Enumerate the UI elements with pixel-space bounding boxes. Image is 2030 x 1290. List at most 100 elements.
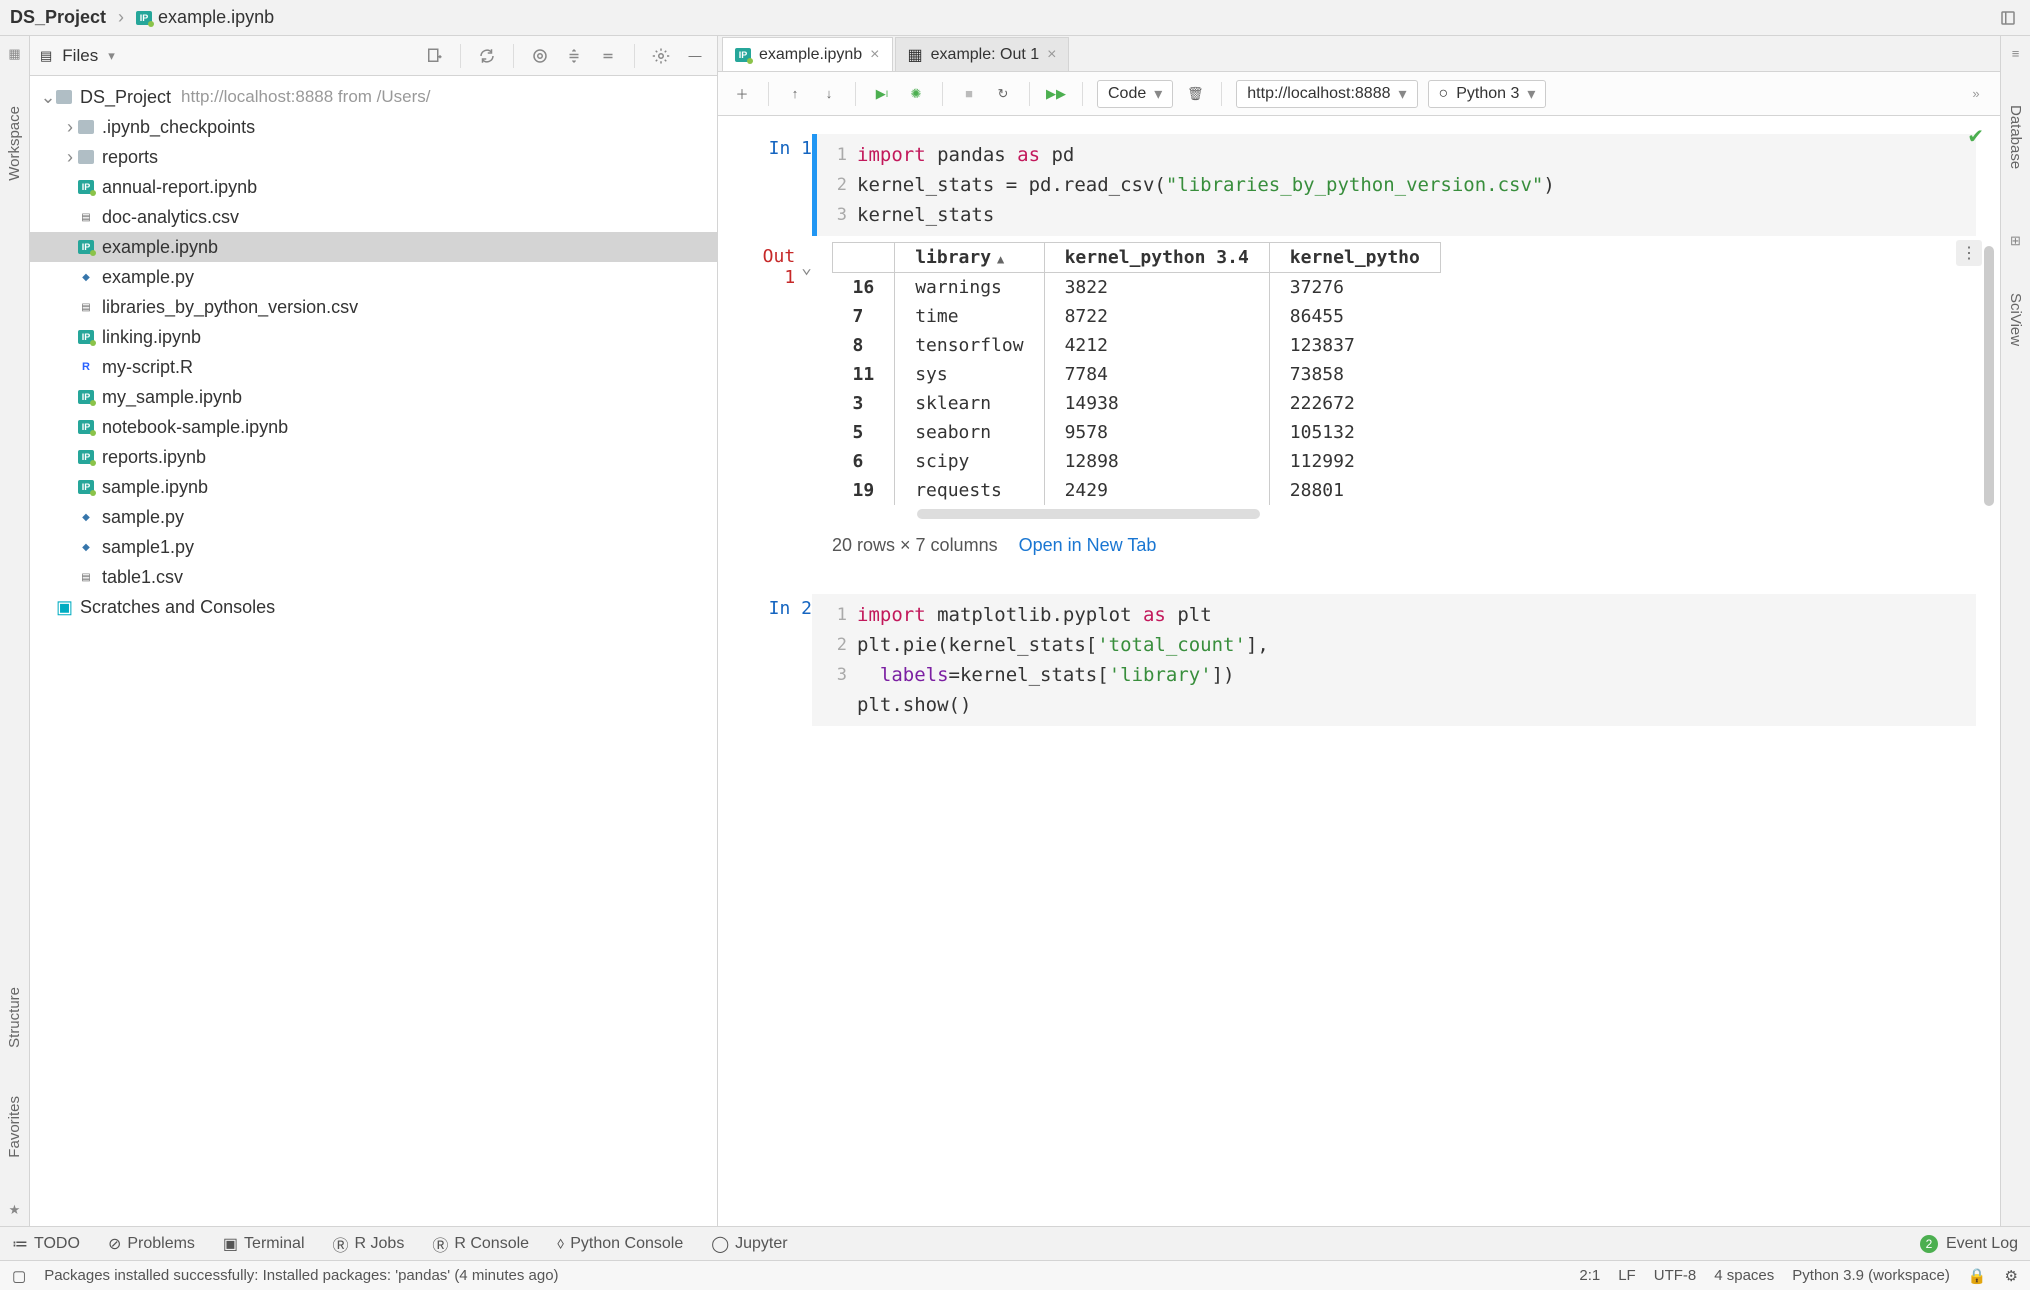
- editor-tab[interactable]: IPexample.ipynb×: [722, 37, 893, 71]
- event-log-tool[interactable]: 2Event Log: [1920, 1235, 2018, 1253]
- prompt-out-1[interactable]: Out 1 ⌄: [742, 242, 812, 288]
- tree-scratches[interactable]: ▣ Scratches and Consoles: [30, 592, 717, 622]
- chevron-right-icon[interactable]: ›: [62, 147, 78, 168]
- breadcrumb[interactable]: DS_Project › IP example.ipynb: [10, 7, 274, 28]
- table-header[interactable]: kernel_pytho: [1269, 243, 1440, 273]
- tree-item[interactable]: IPannual-report.ipynb: [30, 172, 717, 202]
- chevron-down-icon[interactable]: ▾: [108, 48, 115, 64]
- server-select[interactable]: http://localhost:8888 ▾: [1236, 80, 1417, 108]
- run-icon[interactable]: ▶I: [870, 82, 894, 106]
- tree-item[interactable]: Rmy-script.R: [30, 352, 717, 382]
- code-body[interactable]: import matplotlib.pyplot as pltplt.pie(k…: [857, 600, 1976, 720]
- close-icon[interactable]: ×: [870, 46, 879, 64]
- favorites-tool[interactable]: Favorites: [6, 1092, 23, 1162]
- files-label[interactable]: Files: [62, 46, 98, 66]
- open-in-new-tab-link[interactable]: Open in New Tab: [1019, 535, 1157, 555]
- python-sdk[interactable]: Python 3.9 (workspace): [1792, 1267, 1950, 1284]
- move-down-icon[interactable]: ↓: [817, 82, 841, 106]
- tree-item[interactable]: ›.ipynb_checkpoints: [30, 112, 717, 142]
- breadcrumb-project[interactable]: DS_Project: [10, 7, 106, 28]
- cell-in-1[interactable]: In 1 123 import pandas as pdkernel_stats…: [718, 116, 2000, 242]
- todo-tool[interactable]: ≔TODO: [12, 1234, 80, 1254]
- vertical-scrollbar[interactable]: [1984, 246, 1994, 506]
- r-console-tool[interactable]: ⓇR Console: [432, 1232, 529, 1256]
- table-row[interactable]: 6scipy12898112992: [833, 447, 1441, 476]
- r-icon: R: [78, 360, 98, 374]
- add-cell-icon[interactable]: ＋: [730, 82, 754, 106]
- tree-root[interactable]: ⌄ DS_Project http://localhost:8888 from …: [30, 82, 717, 112]
- target-icon[interactable]: [528, 44, 552, 68]
- horizontal-scrollbar[interactable]: [917, 509, 1260, 519]
- tree-item[interactable]: ›reports: [30, 142, 717, 172]
- stop-icon[interactable]: ■: [957, 82, 981, 106]
- tree-item[interactable]: ▤libraries_by_python_version.csv: [30, 292, 717, 322]
- collapse-all-icon[interactable]: [596, 44, 620, 68]
- warning-icon: ⊘: [108, 1234, 121, 1254]
- indent-setting[interactable]: 4 spaces: [1714, 1267, 1774, 1284]
- database-tool[interactable]: Database: [2007, 101, 2024, 173]
- ipynb-icon: IP: [78, 420, 98, 434]
- breadcrumb-file[interactable]: example.ipynb: [158, 7, 274, 28]
- table-row[interactable]: 19requests242928801: [833, 476, 1441, 505]
- r-jobs-tool[interactable]: ⓇR Jobs: [333, 1232, 405, 1256]
- restart-icon[interactable]: ↻: [991, 82, 1015, 106]
- tree-item[interactable]: IPexample.ipynb: [30, 232, 717, 262]
- line-separator[interactable]: LF: [1618, 1267, 1636, 1284]
- refresh-icon[interactable]: [475, 44, 499, 68]
- table-row[interactable]: 3sklearn14938222672: [833, 389, 1441, 418]
- kernel-select[interactable]: ○ Python 3 ▾: [1428, 80, 1547, 108]
- table-header[interactable]: library▲: [895, 243, 1044, 273]
- tree-item[interactable]: ▤doc-analytics.csv: [30, 202, 717, 232]
- table-row[interactable]: 16warnings382237276: [833, 273, 1441, 303]
- tree-item[interactable]: IPnotebook-sample.ipynb: [30, 412, 717, 442]
- move-up-icon[interactable]: ↑: [783, 82, 807, 106]
- project-tree[interactable]: ⌄ DS_Project http://localhost:8888 from …: [30, 76, 717, 1226]
- more-icon[interactable]: »: [1964, 82, 1988, 106]
- structure-tool[interactable]: Structure: [6, 983, 23, 1052]
- debug-icon[interactable]: ✺: [904, 82, 928, 106]
- kebab-icon[interactable]: ⋮: [1956, 240, 1982, 266]
- code-body[interactable]: import pandas as pdkernel_stats = pd.rea…: [857, 140, 1976, 230]
- chevron-down-icon[interactable]: ⌄: [801, 257, 812, 278]
- tree-item[interactable]: ◆sample1.py: [30, 532, 717, 562]
- new-file-icon[interactable]: [422, 44, 446, 68]
- delete-icon[interactable]: 🗑: [1183, 82, 1207, 106]
- sciview-tool[interactable]: SciView: [2007, 289, 2024, 350]
- table-row[interactable]: 8tensorflow4212123837: [833, 331, 1441, 360]
- tree-item[interactable]: IPsample.ipynb: [30, 472, 717, 502]
- run-all-icon[interactable]: ▶▶: [1044, 82, 1068, 106]
- tree-item[interactable]: IPreports.ipynb: [30, 442, 717, 472]
- open-in-window-icon[interactable]: [1996, 6, 2020, 30]
- gear-icon[interactable]: [649, 44, 673, 68]
- output-table[interactable]: library▲kernel_python 3.4kernel_pytho16w…: [832, 242, 1441, 505]
- notebook-body[interactable]: ✔ In 1 123 import pandas as pdkernel_sta…: [718, 116, 2000, 1226]
- table-row[interactable]: 11sys778473858: [833, 360, 1441, 389]
- table-header[interactable]: kernel_python 3.4: [1044, 243, 1269, 273]
- table-row[interactable]: 5seaborn9578105132: [833, 418, 1441, 447]
- expand-all-icon[interactable]: [562, 44, 586, 68]
- tree-item[interactable]: IPlinking.ipynb: [30, 322, 717, 352]
- sync-icon[interactable]: ⚙: [2005, 1267, 2018, 1285]
- cell-type-select[interactable]: Code ▾: [1097, 80, 1173, 108]
- chevron-down-icon[interactable]: ⌄: [40, 87, 56, 108]
- tree-item[interactable]: ◆example.py: [30, 262, 717, 292]
- close-icon[interactable]: ×: [1047, 46, 1056, 64]
- workspace-tool[interactable]: Workspace: [6, 102, 23, 185]
- editor-tab[interactable]: ▦example: Out 1×: [895, 37, 1070, 71]
- presentation-icon[interactable]: ▢: [12, 1267, 26, 1285]
- tree-item[interactable]: ◆sample.py: [30, 502, 717, 532]
- chevron-right-icon[interactable]: ›: [62, 117, 78, 138]
- file-encoding[interactable]: UTF-8: [1654, 1267, 1697, 1284]
- minimize-icon[interactable]: —: [683, 44, 707, 68]
- terminal-tool[interactable]: ▣Terminal: [223, 1234, 305, 1254]
- caret-position[interactable]: 2:1: [1579, 1267, 1600, 1284]
- cell-in-2[interactable]: In 2 123 import matplotlib.pyplot as plt…: [718, 576, 2000, 732]
- table-header[interactable]: [833, 243, 895, 273]
- jupyter-tool[interactable]: ◯Jupyter: [711, 1234, 787, 1254]
- lock-icon[interactable]: 🔒: [1968, 1267, 1987, 1285]
- tree-item[interactable]: ▤table1.csv: [30, 562, 717, 592]
- problems-tool[interactable]: ⊘Problems: [108, 1234, 195, 1254]
- python-console-tool[interactable]: ⬨Python Console: [557, 1235, 683, 1253]
- tree-item[interactable]: IPmy_sample.ipynb: [30, 382, 717, 412]
- table-row[interactable]: 7time872286455: [833, 302, 1441, 331]
